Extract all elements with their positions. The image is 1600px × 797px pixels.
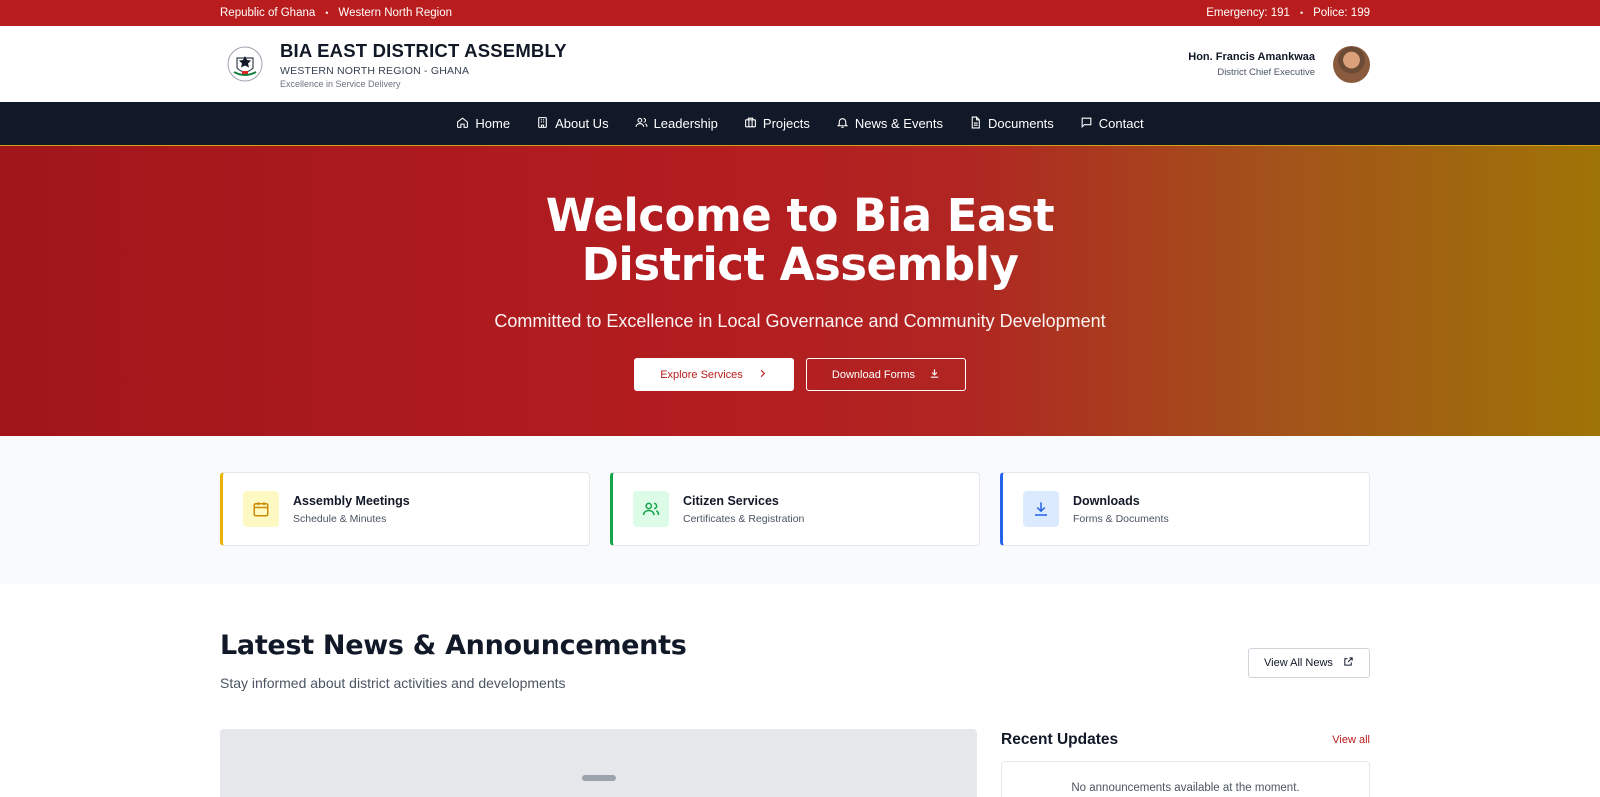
view-all-news-button[interactable]: View All News xyxy=(1248,648,1370,678)
quick-link-downloads[interactable]: Downloads Forms & Documents xyxy=(1000,472,1370,546)
quick-link-title: Downloads xyxy=(1073,493,1140,508)
news-section: Latest News & Announcements Stay informe… xyxy=(0,584,1600,797)
building-icon xyxy=(536,116,549,132)
official-name: Hon. Francis Amankwaa xyxy=(1188,50,1315,63)
nav-label: Projects xyxy=(762,116,810,131)
chevron-right-icon xyxy=(757,368,768,382)
briefcase-icon xyxy=(744,116,757,132)
quick-link-subtitle: Schedule & Minutes xyxy=(293,512,387,525)
button-label: Download Forms xyxy=(831,368,916,381)
nav-item-leadership[interactable]: Leadership xyxy=(635,116,718,132)
quick-link-title: Assembly Meetings xyxy=(293,493,410,508)
location-info: Republic of Ghana • Western North Region xyxy=(220,7,452,19)
quick-link-title: Citizen Services xyxy=(683,493,779,508)
dce-profile[interactable]: Hon. Francis Amankwaa District Chief Exe… xyxy=(1188,45,1370,83)
nav-item-contact[interactable]: Contact xyxy=(1080,116,1144,132)
featured-news-placeholder[interactable] xyxy=(220,729,977,797)
quick-link-assembly-meetings[interactable]: Assembly Meetings Schedule & Minutes xyxy=(220,472,590,546)
assembly-crest-logo xyxy=(224,43,266,85)
message-icon xyxy=(1080,116,1093,132)
recent-updates-panel: Recent Updates View all No announcements… xyxy=(1001,729,1370,797)
nav-label: Home xyxy=(475,116,511,131)
loading-indicator xyxy=(581,775,616,781)
external-link-icon xyxy=(1343,656,1354,670)
calendar-icon xyxy=(243,491,279,527)
document-icon xyxy=(969,116,982,132)
nav-label: Contact xyxy=(1098,116,1144,131)
separator-dot: • xyxy=(1299,8,1304,18)
nav-item-documents[interactable]: Documents xyxy=(969,116,1054,132)
site-header: BIA EAST DISTRICT ASSEMBLY WESTERN NORTH… xyxy=(0,26,1600,102)
view-all-updates-link[interactable]: View all xyxy=(1332,734,1370,746)
download-icon xyxy=(1023,491,1059,527)
bell-icon xyxy=(836,116,849,132)
hero-actions: Explore Services Download Forms xyxy=(0,358,1600,392)
news-heading: Latest News & Announcements xyxy=(220,630,687,661)
emergency-contacts: Emergency: 191 • Police: 199 xyxy=(1206,7,1370,19)
nav-item-news-events[interactable]: News & Events xyxy=(836,116,943,132)
region-label: Western North Region xyxy=(338,7,452,19)
site-tagline: Excellence in Service Delivery xyxy=(280,78,401,89)
avatar[interactable] xyxy=(1333,45,1370,83)
quick-links: Assembly Meetings Schedule & Minutes Cit… xyxy=(0,436,1600,584)
country-label: Republic of Ghana xyxy=(220,7,316,19)
emergency-number: Emergency: 191 xyxy=(1206,7,1290,19)
hero-title: Welcome to Bia East District Assembly xyxy=(545,189,1055,291)
news-content: Recent Updates View all No announcements… xyxy=(220,729,1370,797)
site-title: BIA EAST DISTRICT ASSEMBLY xyxy=(280,39,567,61)
nav-item-projects[interactable]: Projects xyxy=(744,116,810,132)
users-icon xyxy=(635,116,648,132)
button-label: Explore Services xyxy=(660,368,743,381)
nav-item-home[interactable]: Home xyxy=(456,116,510,132)
nav-item-about[interactable]: About Us xyxy=(536,116,609,132)
quick-link-subtitle: Certificates & Registration xyxy=(683,512,805,525)
site-subtitle: WESTERN NORTH REGION - GHANA xyxy=(280,64,470,77)
nav-label: Documents xyxy=(988,116,1054,131)
main-nav: Home About Us Leadership Projects News &… xyxy=(0,102,1600,146)
quick-link-subtitle: Forms & Documents xyxy=(1073,512,1169,525)
download-forms-button[interactable]: Download Forms xyxy=(806,358,966,392)
police-number: Police: 199 xyxy=(1313,7,1370,19)
users-icon xyxy=(633,491,669,527)
news-lead: Stay informed about district activities … xyxy=(220,675,566,691)
official-role: District Chief Executive xyxy=(1217,66,1315,78)
nav-label: About Us xyxy=(555,116,609,131)
home-icon xyxy=(456,116,469,132)
separator-dot: • xyxy=(325,8,329,18)
hero-banner: Welcome to Bia East District Assembly Co… xyxy=(0,146,1600,436)
recent-updates-title: Recent Updates xyxy=(1001,731,1119,748)
nav-label: Leadership xyxy=(653,116,718,131)
updates-empty-state: No announcements available at the moment… xyxy=(1001,761,1370,797)
top-info-bar: Republic of Ghana • Western North Region… xyxy=(0,0,1600,26)
brand[interactable]: BIA EAST DISTRICT ASSEMBLY WESTERN NORTH… xyxy=(224,40,567,89)
nav-label: News & Events xyxy=(854,116,944,131)
quick-link-citizen-services[interactable]: Citizen Services Certificates & Registra… xyxy=(610,472,980,546)
button-label: View All News xyxy=(1264,657,1333,669)
download-icon xyxy=(929,368,940,382)
hero-subtitle: Committed to Excellence in Local Governa… xyxy=(494,311,1106,332)
explore-services-button[interactable]: Explore Services xyxy=(634,358,794,392)
